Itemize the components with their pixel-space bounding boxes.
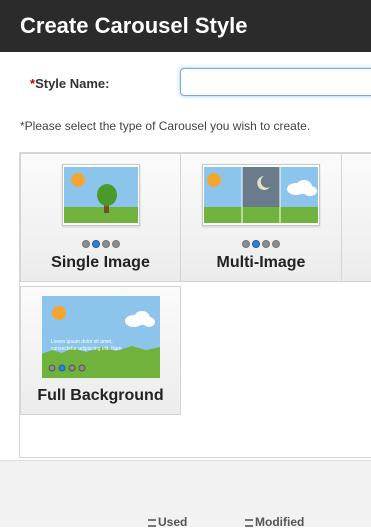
multi-image-dots (181, 235, 341, 248)
sun-icon (71, 173, 85, 187)
multi-image-label: Multi-Image (216, 254, 306, 271)
single-image-illustration (64, 167, 138, 223)
carousel-type-single-image[interactable]: Single Image (20, 153, 181, 282)
carousel-type-partial[interactable] (341, 153, 371, 282)
single-image-dots (21, 235, 180, 248)
carousel-dot-active (252, 240, 260, 248)
column-header-modified[interactable]: Modified (245, 515, 304, 529)
full-background-illustration (42, 296, 160, 378)
grass-shape (204, 207, 318, 223)
sun-icon (207, 173, 221, 187)
carousel-dot (262, 240, 270, 248)
grass-shape (64, 207, 138, 223)
carousel-dot (272, 240, 280, 248)
sun-icon (52, 306, 66, 320)
dialog-header: Create Carousel Style (0, 0, 371, 52)
full-background-preview-text: Lorem ipsum dolor sit amet, consectetur … (51, 339, 122, 352)
carousel-dot (48, 364, 56, 372)
carousel-type-full-background[interactable]: Lorem ipsum dolor sit amet, consectetur … (20, 286, 181, 415)
column-header-used-label: Used (158, 515, 188, 529)
carousel-dot (101, 240, 110, 248)
style-name-label-text: Style Name: (35, 76, 110, 91)
multi-image-illustration (204, 167, 318, 223)
carousel-type-multi-image[interactable]: Multi-Image (180, 153, 342, 282)
style-name-input[interactable] (180, 68, 371, 96)
single-image-thumbnail (62, 164, 140, 226)
multi-image-thumbnail (202, 164, 320, 226)
full-background-label: Full Background (37, 387, 164, 404)
carousel-dot-active (58, 364, 66, 372)
style-name-label: *Style Name: (30, 76, 109, 91)
carousel-dot (111, 240, 120, 248)
carousel-dot (78, 364, 86, 372)
column-header-used[interactable]: Used (148, 515, 187, 529)
single-image-label: Single Image (51, 254, 150, 271)
tree-icon (97, 184, 117, 206)
carousel-dot (242, 240, 250, 248)
instruction-text: *Please select the type of Carousel you … (20, 119, 311, 133)
column-header-modified-label: Modified (255, 515, 305, 529)
dialog-title: Create Carousel Style (20, 13, 248, 38)
carousel-dot (81, 240, 90, 248)
carousel-dot (68, 364, 76, 372)
carousel-dot-active (91, 240, 100, 248)
